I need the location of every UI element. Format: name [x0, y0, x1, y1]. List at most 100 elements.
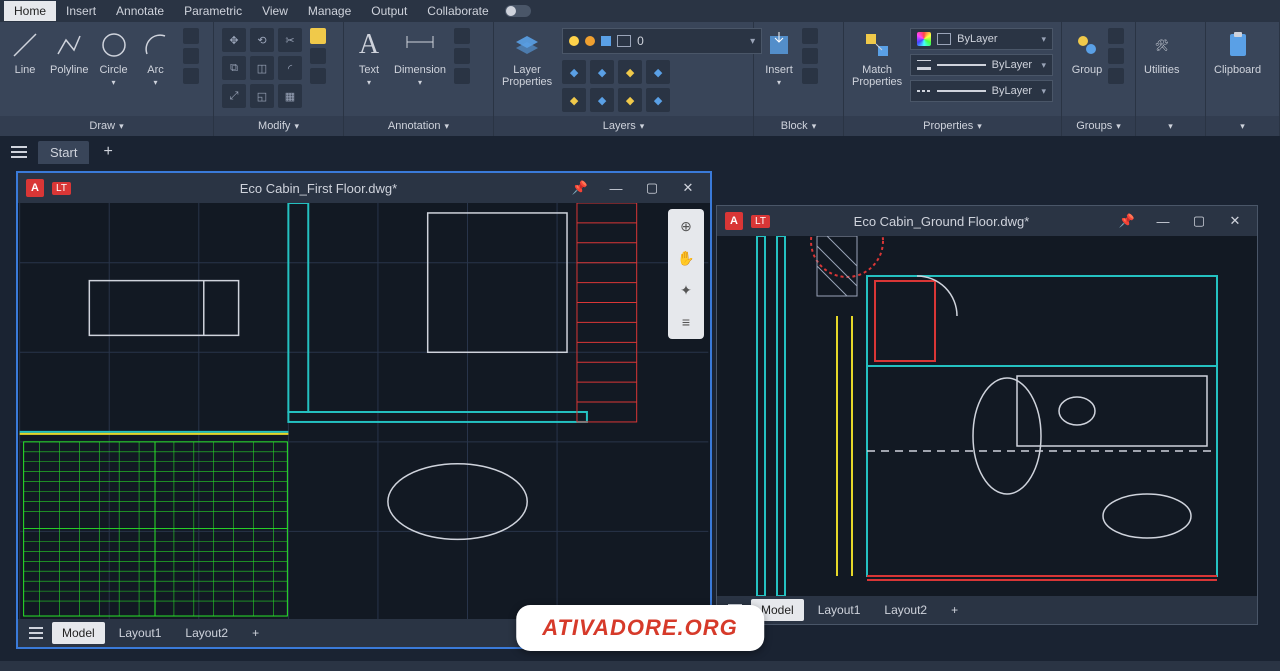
minimize-button[interactable]: — — [1149, 214, 1177, 229]
panel-caption-block[interactable]: Block▾ — [754, 116, 843, 136]
layer-tool-2[interactable]: ◆ — [590, 60, 614, 84]
new-tab-button[interactable]: + — [95, 143, 120, 161]
panel-caption-properties[interactable]: Properties▾ — [844, 116, 1061, 136]
zoom-extents-icon[interactable]: ⊕ — [673, 213, 699, 239]
modify-fillet-icon[interactable]: ◜ — [278, 56, 302, 80]
minimize-button[interactable]: — — [602, 181, 630, 196]
panel-utilities: 🛠Utilities ▾ — [1136, 22, 1206, 136]
modify-move-icon[interactable]: ✥ — [222, 28, 246, 52]
clipboard-icon[interactable] — [1221, 28, 1255, 62]
draw-small-3[interactable] — [183, 68, 199, 84]
panel-caption-utilities[interactable]: ▾ — [1136, 116, 1205, 136]
tool-circle[interactable]: Circle▾ — [97, 28, 131, 87]
modify-scale-icon[interactable]: ◱ — [250, 84, 274, 108]
panel-caption-clipboard[interactable]: ▾ — [1206, 116, 1279, 136]
window1-canvas[interactable]: ⊕ ✋ ✦ ≡ — [18, 203, 710, 619]
panel-caption-groups[interactable]: Groups▾ — [1062, 116, 1135, 136]
panel-caption-layers[interactable]: Layers▾ — [494, 116, 753, 136]
layout-add-button[interactable]: + — [941, 599, 968, 621]
menu-collaborate[interactable]: Collaborate — [417, 1, 498, 21]
menu-output[interactable]: Output — [361, 1, 417, 21]
layout-2[interactable]: Layout2 — [874, 599, 937, 621]
layout-add-button[interactable]: + — [242, 622, 269, 644]
tool-insert-block[interactable]: Insert▾ — [762, 28, 796, 87]
menu-parametric[interactable]: Parametric — [174, 1, 252, 21]
maximize-button[interactable]: ▢ — [638, 180, 666, 196]
tool-arc[interactable]: Arc▾ — [139, 28, 173, 87]
panel-caption-annotation[interactable]: Annotation▾ — [344, 116, 493, 136]
modify-extra-2[interactable] — [310, 48, 326, 64]
layer-tool-3[interactable]: ◆ — [618, 60, 642, 84]
modify-array-icon[interactable]: ▦ — [278, 84, 302, 108]
modify-extra-1[interactable] — [310, 28, 326, 44]
pan-icon[interactable]: ✋ — [673, 245, 699, 271]
layout-1[interactable]: Layout1 — [109, 622, 172, 644]
ribbon: Line Polyline Circle▾ Arc▾ Draw▾ — [0, 22, 1280, 137]
modify-mirror-icon[interactable]: ◫ — [250, 56, 274, 80]
tool-dimension[interactable]: Dimension▾ — [394, 28, 446, 87]
draw-small-1[interactable] — [183, 28, 199, 44]
property-lineweight-dropdown[interactable]: ByLayer — [910, 54, 1053, 76]
layer-tool-8[interactable]: ◆ — [646, 88, 670, 112]
orbit-icon[interactable]: ✦ — [673, 277, 699, 303]
tool-layer-properties[interactable]: LayerProperties — [502, 28, 552, 88]
utilities-icon[interactable]: 🛠 — [1145, 28, 1179, 62]
menu-annotate[interactable]: Annotate — [106, 1, 174, 21]
window2-titlebar[interactable]: A LT Eco Cabin_Ground Floor.dwg* 📌 — ▢ ✕ — [717, 206, 1257, 236]
groups-small-1[interactable] — [1108, 28, 1124, 44]
layer-tool-7[interactable]: ◆ — [618, 88, 642, 112]
block-small-1[interactable] — [802, 28, 818, 44]
modify-stretch-icon[interactable]: ⤢ — [222, 84, 246, 108]
tool-match-properties[interactable]: MatchProperties — [852, 28, 902, 88]
menu-bar: Home Insert Annotate Parametric View Man… — [0, 0, 1280, 22]
tool-polyline[interactable]: Polyline — [50, 28, 89, 76]
lt-badge: LT — [52, 182, 71, 195]
modify-rotate-icon[interactable]: ⟲ — [250, 28, 274, 52]
pin-icon[interactable]: 📌 — [1113, 213, 1141, 229]
menu-home[interactable]: Home — [4, 1, 56, 21]
close-button[interactable]: ✕ — [674, 180, 702, 196]
property-color-dropdown[interactable]: ByLayer — [910, 28, 1053, 50]
layer-tool-5[interactable]: ◆ — [562, 88, 586, 112]
window2-canvas[interactable] — [717, 236, 1257, 596]
panel-caption-modify[interactable]: Modify▾ — [214, 116, 343, 136]
draw-small-2[interactable] — [183, 48, 199, 64]
anno-small-1[interactable] — [454, 28, 470, 44]
close-button[interactable]: ✕ — [1221, 213, 1249, 229]
panel-caption-draw[interactable]: Draw▾ — [0, 116, 213, 136]
document-tabs-bar: Start + — [0, 137, 1280, 167]
modify-extra-3[interactable] — [310, 68, 326, 84]
block-small-3[interactable] — [802, 68, 818, 84]
modify-trim-icon[interactable]: ✂ — [278, 28, 302, 52]
layer-tool-4[interactable]: ◆ — [646, 60, 670, 84]
groups-small-2[interactable] — [1108, 48, 1124, 64]
anno-small-3[interactable] — [454, 68, 470, 84]
menu-insert[interactable]: Insert — [56, 1, 106, 21]
layout-menu-icon[interactable] — [24, 627, 48, 639]
menu-view[interactable]: View — [252, 1, 298, 21]
panel-groups: Group Groups▾ — [1062, 22, 1136, 136]
drawer-menu-icon[interactable] — [6, 141, 32, 163]
modify-copy-icon[interactable]: ⧉ — [222, 56, 246, 80]
block-small-2[interactable] — [802, 48, 818, 64]
layout-model[interactable]: Model — [52, 622, 105, 644]
tool-text[interactable]: A Text▾ — [352, 28, 386, 87]
pin-icon[interactable]: 📌 — [566, 180, 594, 196]
tool-group[interactable]: Group — [1070, 28, 1104, 76]
anno-small-2[interactable] — [454, 48, 470, 64]
menu-toggle[interactable] — [505, 5, 531, 17]
menu-manage[interactable]: Manage — [298, 1, 361, 21]
property-linetype-dropdown[interactable]: ByLayer — [910, 80, 1053, 102]
nav-more-icon[interactable]: ≡ — [673, 309, 699, 335]
layer-tool-6[interactable]: ◆ — [590, 88, 614, 112]
lock-icon — [601, 36, 611, 46]
layout-2[interactable]: Layout2 — [175, 622, 238, 644]
maximize-button[interactable]: ▢ — [1185, 213, 1213, 229]
layer-current-dropdown[interactable]: 0 — [562, 28, 762, 54]
layout-1[interactable]: Layout1 — [808, 599, 871, 621]
groups-small-3[interactable] — [1108, 68, 1124, 84]
tool-line[interactable]: Line — [8, 28, 42, 76]
tab-start[interactable]: Start — [38, 141, 89, 164]
layer-tool-1[interactable]: ◆ — [562, 60, 586, 84]
window1-titlebar[interactable]: A LT Eco Cabin_First Floor.dwg* 📌 — ▢ ✕ — [18, 173, 710, 203]
